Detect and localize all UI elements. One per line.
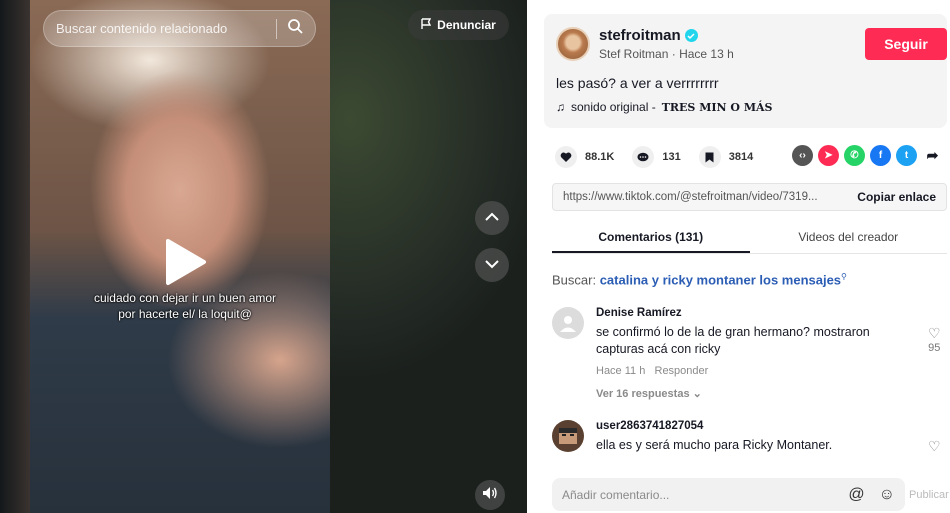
bookmark-icon <box>698 146 721 168</box>
comment-icon <box>632 146 655 168</box>
video-description: les pasó? a ver a verrrrrrrr <box>556 75 719 91</box>
comment-like-count: 95 <box>928 342 941 354</box>
search-small-icon: ⚲ <box>841 272 847 281</box>
author-avatar[interactable] <box>556 27 590 61</box>
comment-like[interactable]: ♡ 95 <box>928 325 941 354</box>
share-icons: ‹› ➤ ✆ f t ➦ <box>792 145 943 166</box>
like-count: 88.1K <box>585 151 615 163</box>
commenter-avatar[interactable] <box>552 307 584 339</box>
tab-creator-videos[interactable]: Videos del creador <box>750 222 948 253</box>
save-count: 3814 <box>728 151 754 163</box>
suggestion-prefix: Buscar: <box>552 272 597 288</box>
flag-icon <box>421 17 432 33</box>
video-player[interactable]: Buscar contenido relacionado Denunciar c… <box>0 0 527 513</box>
search-placeholder: Buscar contenido relacionado <box>56 21 228 36</box>
suggestion-query[interactable]: catalina y ricky montaner los mensajes <box>600 272 841 287</box>
search-divider <box>276 18 277 39</box>
heart-outline-icon: ♡ <box>928 325 941 341</box>
comment-time: Hace 11 h <box>596 365 646 377</box>
chevron-down-icon: ⌄ <box>692 388 702 400</box>
author-card: stefroitman Stef Roitman · Hace 13 h Seg… <box>544 14 947 128</box>
save-action[interactable]: 3814 <box>698 146 754 168</box>
author-username[interactable]: stefroitman <box>599 27 698 44</box>
author-display-name: Stef Roitman <box>599 47 669 61</box>
view-replies-button[interactable]: Ver 16 respuestas ⌄ <box>596 387 702 400</box>
post-time: Hace 13 h <box>679 47 734 61</box>
music-note-icon: ♫ <box>556 100 565 114</box>
heart-outline-icon: ♡ <box>928 438 941 454</box>
comment-count: 131 <box>662 151 681 163</box>
commenter-avatar[interactable] <box>552 420 584 452</box>
like-action[interactable]: 88.1K <box>555 146 614 168</box>
video-link-box: https://www.tiktok.com/@stefroitman/vide… <box>552 183 947 211</box>
dot-separator: · <box>671 47 680 61</box>
video-caption: cuidado con dejar ir un buen amor por ha… <box>93 291 277 321</box>
details-panel: stefroitman Stef Roitman · Hace 13 h Seg… <box>527 0 950 513</box>
share-arrow-icon[interactable]: ➦ <box>922 145 943 166</box>
video-background-left <box>0 0 30 513</box>
view-replies-label: Ver 16 respuestas <box>596 388 690 400</box>
chevron-down-icon <box>484 256 500 274</box>
emoji-icon[interactable]: ☺ <box>879 486 895 504</box>
chevron-up-icon <box>484 209 500 227</box>
comment-meta: Hace 11 h Responder <box>596 365 708 377</box>
add-comment-input[interactable]: Añadir comentario... @ ☺ <box>552 478 905 511</box>
comment-text: se confirmó lo de la de gran hermano? mo… <box>596 325 870 356</box>
sound-name: TRES MIN O MÁS <box>661 100 773 114</box>
comment-item: user2863741827054 ella es y será mucho p… <box>552 420 947 460</box>
previous-video-button[interactable] <box>475 201 509 235</box>
copy-link-button[interactable]: Copiar enlace <box>847 190 946 204</box>
comment-action[interactable]: 131 <box>632 146 681 168</box>
reply-button[interactable]: Responder <box>655 365 709 377</box>
content-tabs: Comentarios (131) Videos del creador <box>552 222 947 254</box>
comment-text: ella es y será mucho para Ricky Montaner… <box>596 438 833 452</box>
author-subline: Stef Roitman · Hace 13 h <box>599 47 734 61</box>
heart-icon <box>555 146 577 168</box>
embed-icon[interactable]: ‹› <box>792 145 813 166</box>
twitter-icon[interactable]: t <box>896 145 917 166</box>
username-text: stefroitman <box>599 27 681 44</box>
related-search-input[interactable]: Buscar contenido relacionado <box>43 10 316 47</box>
commenter-name[interactable]: Denise Ramírez <box>596 307 682 319</box>
verified-badge-icon <box>684 29 698 42</box>
speaker-icon <box>482 486 498 505</box>
facebook-icon[interactable]: f <box>870 145 891 166</box>
sound-link[interactable]: ♫ sonido original - TRES MIN O MÁS <box>556 100 772 114</box>
commenter-name[interactable]: user2863741827054 <box>596 420 703 432</box>
next-video-button[interactable] <box>475 248 509 282</box>
volume-button[interactable] <box>475 480 505 510</box>
report-button[interactable]: Denunciar <box>408 10 509 40</box>
comment-placeholder: Añadir comentario... <box>562 487 670 502</box>
video-url[interactable]: https://www.tiktok.com/@stefroitman/vide… <box>563 191 847 203</box>
whatsapp-icon[interactable]: ✆ <box>844 145 865 166</box>
search-suggestion[interactable]: Buscar: catalina y ricky montaner los me… <box>552 272 847 287</box>
play-icon[interactable] <box>160 237 210 287</box>
send-icon[interactable]: ➤ <box>818 145 839 166</box>
comment-item: Denise Ramírez se confirmó lo de la de g… <box>552 307 947 407</box>
report-label: Denunciar <box>437 18 496 32</box>
search-icon[interactable] <box>287 18 303 39</box>
post-comment-button[interactable]: Publicar <box>909 489 949 501</box>
follow-button[interactable]: Seguir <box>865 28 947 60</box>
sound-prefix: sonido original - <box>571 100 656 114</box>
tiktok-video-page: Buscar contenido relacionado Denunciar c… <box>0 0 950 513</box>
tab-comments[interactable]: Comentarios (131) <box>552 222 750 253</box>
comment-like[interactable]: ♡ <box>928 438 941 455</box>
mention-icon[interactable]: @ <box>848 486 864 504</box>
